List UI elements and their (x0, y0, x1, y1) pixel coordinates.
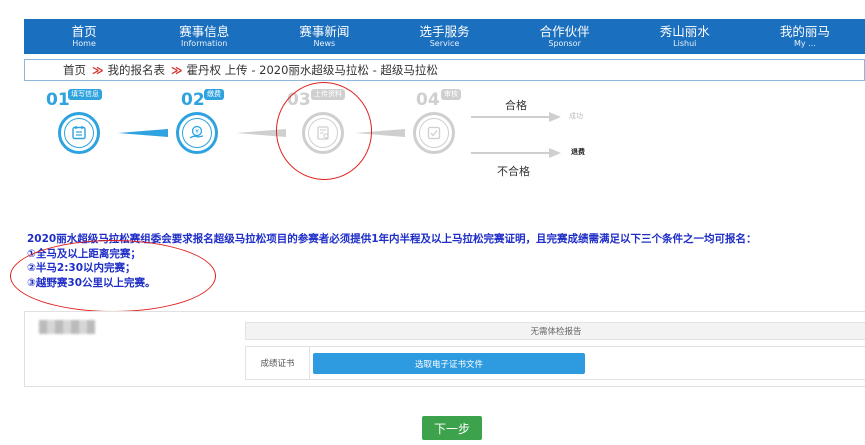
nav-item-news[interactable]: 赛事新闻 News (264, 19, 384, 54)
step-2-badge: 缴费 (204, 89, 224, 100)
step-3-icon (302, 112, 344, 154)
next-step-button[interactable]: 下一步 (422, 416, 482, 440)
step-2-icon: ¥ (176, 112, 218, 154)
step-4-number: 04 (416, 90, 440, 110)
certificate-field: 选取电子证书文件 (310, 346, 865, 380)
nav-item-service[interactable]: 选手服务 Service (384, 19, 504, 54)
svg-text:¥: ¥ (195, 129, 199, 136)
nav-label: 首页 (71, 23, 97, 39)
review-check-icon (427, 126, 441, 140)
nav-label: 我的丽马 (779, 23, 830, 39)
payment-icon: ¥ (189, 125, 204, 139)
nav-sublabel: Lishui (673, 38, 697, 48)
breadcrumb-current: 霍丹权 上传 - 2020丽水超级马拉松 - 超级马拉松 (186, 63, 438, 77)
nav-sublabel: My ... (794, 38, 816, 48)
step-4-badge: 审核 (441, 89, 461, 100)
nav-label: 选手服务 (419, 23, 470, 39)
nav-label: 秀山丽水 (659, 23, 710, 39)
step-3-badge: 上传资料 (311, 89, 345, 100)
step-1-number: 01 (46, 90, 70, 110)
step-arrow-icon (118, 129, 168, 137)
nav-label: 赛事新闻 (299, 23, 350, 39)
step-4-icon (413, 112, 455, 154)
nav-sublabel: Information (181, 38, 228, 48)
breadcrumb-my-forms[interactable]: 我的报名表 (108, 62, 166, 78)
fail-arrow-icon (471, 148, 561, 158)
notice-line: ①全马及以上距离完赛； (27, 247, 141, 260)
nav-sublabel: Service (429, 38, 460, 48)
nav-label: 合作伙伴 (539, 23, 590, 39)
nav-sublabel: Sponsor (548, 38, 581, 48)
nav-item-sponsor[interactable]: 合作伙伴 Sponsor (505, 19, 625, 54)
upload-form: 无需体检报告 成绩证书 选取电子证书文件 (24, 311, 865, 387)
no-exam-report-note: 无需体检报告 (245, 322, 865, 340)
breadcrumb-home[interactable]: 首页 (63, 62, 86, 78)
nav-sublabel: News (313, 38, 336, 48)
notice-line: ②半马2:30以内完赛； (27, 262, 136, 274)
nav-label: 赛事信息 (179, 23, 230, 39)
select-certificate-button[interactable]: 选取电子证书文件 (313, 353, 585, 374)
step-3-number: 03 (287, 90, 311, 110)
fail-tag: 退费 (571, 148, 585, 156)
step-2-number: 02 (181, 90, 205, 110)
notice-line: 2020丽水超级马拉松赛组委会要求报名超级马拉松项目的参赛者必须提供1年内半程及… (27, 233, 757, 245)
breadcrumb-separator: ≫ (171, 63, 183, 77)
nav-item-home[interactable]: 首页 Home (24, 19, 144, 54)
nav-item-my[interactable]: 我的丽马 My ... (745, 19, 865, 54)
nav-sublabel: Home (72, 38, 96, 48)
nav-item-lishui[interactable]: 秀山丽水 Lishui (625, 19, 745, 54)
pass-tag: 成功 (569, 112, 583, 120)
upload-document-icon (317, 126, 329, 140)
form-icon (72, 126, 86, 140)
pass-arrow-icon (471, 112, 561, 122)
certificate-label: 成绩证书 (245, 346, 310, 380)
requirements-notice: 2020丽水超级马拉松赛组委会要求报名超级马拉松项目的参赛者必须提供1年内半程及… (27, 232, 757, 290)
step-1-badge: 填写信息 (68, 89, 102, 100)
step-1-icon (58, 112, 100, 154)
blurred-avatar (39, 320, 95, 334)
top-nav: 首页 Home 赛事信息 Information 赛事新闻 News 选手服务 Serv… (24, 19, 865, 54)
nav-item-information[interactable]: 赛事信息 Information (144, 19, 264, 54)
step-arrow-icon (355, 129, 405, 137)
breadcrumb: 首页 ≫ 我的报名表 ≫ 霍丹权 上传 - 2020丽水超级马拉松 - 超级马拉… (24, 59, 865, 81)
fail-label: 不合格 (497, 165, 530, 178)
breadcrumb-separator: ≫ (92, 63, 104, 77)
step-arrow-icon (236, 129, 286, 137)
notice-line: ③越野赛30公里以上完赛。 (27, 276, 156, 289)
